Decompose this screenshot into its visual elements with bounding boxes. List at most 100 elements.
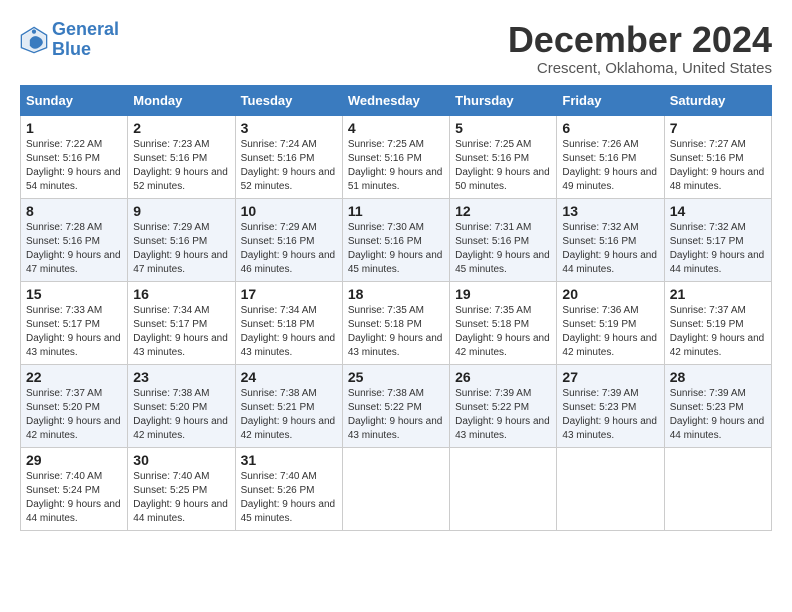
calendar-cell: 14Sunrise: 7:32 AMSunset: 5:17 PMDayligh…: [664, 198, 771, 281]
logo-text: General Blue: [52, 20, 119, 60]
day-number: 4: [348, 120, 444, 136]
calendar-cell: 27 Sunrise: 7:39 AMSunset: 5:23 PMDayligh…: [557, 364, 664, 447]
calendar-cell: [450, 447, 557, 530]
calendar-cell: 10Sunrise: 7:29 AMSunset: 5:16 PMDayligh…: [235, 198, 342, 281]
day-number: 21: [670, 286, 766, 302]
day-number: 16: [133, 286, 229, 302]
calendar-cell: 17Sunrise: 7:34 AMSunset: 5:18 PMDayligh…: [235, 281, 342, 364]
cell-content: Sunrise: 7:31 AMSunset: 5:16 PMDaylight:…: [455, 221, 551, 277]
cell-content: Sunrise: 7:24 AMSunset: 5:16 PMDaylight:…: [241, 138, 337, 194]
cell-content: Sunrise: 7:34 AMSunset: 5:18 PMDaylight:…: [241, 304, 337, 360]
weekday-header: Wednesday: [342, 85, 449, 115]
day-number: 11: [348, 203, 444, 219]
cell-content: Sunrise: 7:33 AMSunset: 5:17 PMDaylight:…: [26, 304, 122, 360]
location-title: Crescent, Oklahoma, United States: [508, 60, 772, 77]
calendar-cell: 5 Sunrise: 7:25 AMSunset: 5:16 PMDaylight…: [450, 115, 557, 198]
day-number: 26: [455, 369, 551, 385]
cell-content: Sunrise: 7:40 AMSunset: 5:26 PMDaylight:…: [241, 470, 337, 526]
calendar-cell: 30 Sunrise: 7:40 AMSunset: 5:25 PMDayligh…: [128, 447, 235, 530]
calendar-cell: 1Sunrise: 7:22 AMSunset: 5:16 PMDaylight…: [21, 115, 128, 198]
day-number: 28: [670, 369, 766, 385]
calendar-cell: 11 Sunrise: 7:30 AMSunset: 5:16 PMDayligh…: [342, 198, 449, 281]
cell-content: Sunrise: 7:32 AMSunset: 5:17 PMDaylight:…: [670, 221, 766, 277]
cell-content: Sunrise: 7:38 AMSunset: 5:22 PMDaylight:…: [348, 387, 444, 443]
calendar-cell: 4 Sunrise: 7:25 AMSunset: 5:16 PMDaylight…: [342, 115, 449, 198]
day-number: 29: [26, 452, 122, 468]
day-number: 3: [241, 120, 337, 136]
weekday-header: Thursday: [450, 85, 557, 115]
day-number: 9: [133, 203, 229, 219]
calendar-cell: 12 Sunrise: 7:31 AMSunset: 5:16 PMDayligh…: [450, 198, 557, 281]
calendar-table: SundayMondayTuesdayWednesdayThursdayFrid…: [20, 85, 772, 531]
cell-content: Sunrise: 7:29 AMSunset: 5:16 PMDaylight:…: [133, 221, 229, 277]
calendar-cell: 9 Sunrise: 7:29 AMSunset: 5:16 PMDaylight…: [128, 198, 235, 281]
weekday-header: Tuesday: [235, 85, 342, 115]
calendar-cell: 7 Sunrise: 7:27 AMSunset: 5:16 PMDaylight…: [664, 115, 771, 198]
cell-content: Sunrise: 7:36 AMSunset: 5:19 PMDaylight:…: [562, 304, 658, 360]
day-number: 18: [348, 286, 444, 302]
day-number: 10: [241, 203, 337, 219]
cell-content: Sunrise: 7:40 AMSunset: 5:25 PMDaylight:…: [133, 470, 229, 526]
calendar-cell: 16 Sunrise: 7:34 AMSunset: 5:17 PMDayligh…: [128, 281, 235, 364]
cell-content: Sunrise: 7:27 AMSunset: 5:16 PMDaylight:…: [670, 138, 766, 194]
cell-content: Sunrise: 7:30 AMSunset: 5:16 PMDaylight:…: [348, 221, 444, 277]
calendar-cell: [342, 447, 449, 530]
cell-content: Sunrise: 7:35 AMSunset: 5:18 PMDaylight:…: [455, 304, 551, 360]
day-number: 7: [670, 120, 766, 136]
month-title: December 2024: [508, 20, 772, 60]
cell-content: Sunrise: 7:39 AMSunset: 5:23 PMDaylight:…: [562, 387, 658, 443]
cell-content: Sunrise: 7:28 AMSunset: 5:16 PMDaylight:…: [26, 221, 122, 277]
day-number: 6: [562, 120, 658, 136]
day-number: 15: [26, 286, 122, 302]
calendar-cell: [557, 447, 664, 530]
day-number: 2: [133, 120, 229, 136]
calendar-week-row: 1Sunrise: 7:22 AMSunset: 5:16 PMDaylight…: [21, 115, 772, 198]
day-number: 30: [133, 452, 229, 468]
weekday-header: Saturday: [664, 85, 771, 115]
calendar-cell: 21 Sunrise: 7:37 AMSunset: 5:19 PMDayligh…: [664, 281, 771, 364]
cell-content: Sunrise: 7:25 AMSunset: 5:16 PMDaylight:…: [348, 138, 444, 194]
day-number: 8: [26, 203, 122, 219]
cell-content: Sunrise: 7:39 AMSunset: 5:22 PMDaylight:…: [455, 387, 551, 443]
cell-content: Sunrise: 7:37 AMSunset: 5:19 PMDaylight:…: [670, 304, 766, 360]
weekday-header: Sunday: [21, 85, 128, 115]
calendar-week-row: 8 Sunrise: 7:28 AMSunset: 5:16 PMDaylight…: [21, 198, 772, 281]
calendar-cell: 19 Sunrise: 7:35 AMSunset: 5:18 PMDayligh…: [450, 281, 557, 364]
cell-content: Sunrise: 7:25 AMSunset: 5:16 PMDaylight:…: [455, 138, 551, 194]
day-number: 12: [455, 203, 551, 219]
calendar-cell: 2 Sunrise: 7:23 AMSunset: 5:16 PMDaylight…: [128, 115, 235, 198]
weekday-header: Monday: [128, 85, 235, 115]
calendar-cell: 26 Sunrise: 7:39 AMSunset: 5:22 PMDayligh…: [450, 364, 557, 447]
calendar-week-row: 22 Sunrise: 7:37 AMSunset: 5:20 PMDayligh…: [21, 364, 772, 447]
calendar-cell: 28 Sunrise: 7:39 AMSunset: 5:23 PMDayligh…: [664, 364, 771, 447]
logo-icon: [20, 26, 48, 54]
day-number: 24: [241, 369, 337, 385]
cell-content: Sunrise: 7:26 AMSunset: 5:16 PMDaylight:…: [562, 138, 658, 194]
day-number: 5: [455, 120, 551, 136]
calendar-cell: 6 Sunrise: 7:26 AMSunset: 5:16 PMDaylight…: [557, 115, 664, 198]
cell-content: Sunrise: 7:34 AMSunset: 5:17 PMDaylight:…: [133, 304, 229, 360]
calendar-cell: 13Sunrise: 7:32 AMSunset: 5:16 PMDayligh…: [557, 198, 664, 281]
cell-content: Sunrise: 7:22 AMSunset: 5:16 PMDaylight:…: [26, 138, 122, 194]
calendar-cell: 20 Sunrise: 7:36 AMSunset: 5:19 PMDayligh…: [557, 281, 664, 364]
day-number: 27: [562, 369, 658, 385]
calendar-week-row: 29Sunrise: 7:40 AMSunset: 5:24 PMDayligh…: [21, 447, 772, 530]
weekday-header: Friday: [557, 85, 664, 115]
cell-content: Sunrise: 7:38 AMSunset: 5:20 PMDaylight:…: [133, 387, 229, 443]
cell-content: Sunrise: 7:37 AMSunset: 5:20 PMDaylight:…: [26, 387, 122, 443]
logo: General Blue: [20, 20, 119, 60]
day-number: 23: [133, 369, 229, 385]
calendar-cell: 18 Sunrise: 7:35 AMSunset: 5:18 PMDayligh…: [342, 281, 449, 364]
day-number: 19: [455, 286, 551, 302]
calendar-cell: 23 Sunrise: 7:38 AMSunset: 5:20 PMDayligh…: [128, 364, 235, 447]
day-number: 20: [562, 286, 658, 302]
day-number: 22: [26, 369, 122, 385]
page-header: General Blue December 2024 Crescent, Okl…: [20, 20, 772, 77]
cell-content: Sunrise: 7:32 AMSunset: 5:16 PMDaylight:…: [562, 221, 658, 277]
calendar-cell: [664, 447, 771, 530]
calendar-header-row: SundayMondayTuesdayWednesdayThursdayFrid…: [21, 85, 772, 115]
cell-content: Sunrise: 7:39 AMSunset: 5:23 PMDaylight:…: [670, 387, 766, 443]
cell-content: Sunrise: 7:35 AMSunset: 5:18 PMDaylight:…: [348, 304, 444, 360]
cell-content: Sunrise: 7:23 AMSunset: 5:16 PMDaylight:…: [133, 138, 229, 194]
calendar-cell: 15 Sunrise: 7:33 AMSunset: 5:17 PMDayligh…: [21, 281, 128, 364]
